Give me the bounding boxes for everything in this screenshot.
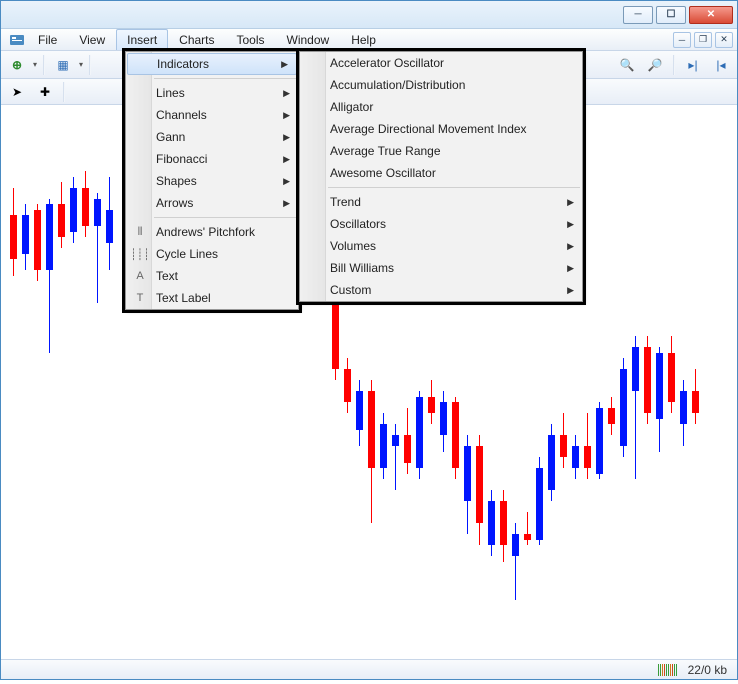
close-button[interactable]: ✕: [689, 6, 733, 24]
menu-separator: [154, 78, 296, 79]
text-icon: A: [132, 268, 148, 284]
menu-item-label: Text Label: [156, 291, 211, 305]
connection-status: 22/0 kb: [688, 663, 727, 677]
menu-item-label: Indicators: [157, 57, 209, 71]
menu-separator: [328, 187, 580, 188]
menu-item-label: Gann: [156, 130, 185, 144]
menu-item-label: Awesome Oscillator: [330, 166, 436, 180]
submenu-arrow-icon: ▶: [283, 198, 290, 209]
insert-item-gann[interactable]: Gann ▶: [126, 126, 298, 148]
submenu-arrow-icon: ▶: [567, 219, 574, 230]
indicators-item-average-true-range[interactable]: Average True Range: [300, 140, 582, 162]
menu-item-label: Alligator: [330, 100, 373, 114]
insert-item-text[interactable]: A Text: [126, 265, 298, 287]
menu-item-label: Trend: [330, 195, 361, 209]
submenu-arrow-icon: ▶: [283, 132, 290, 143]
minimize-button[interactable]: ─: [623, 6, 653, 24]
insert-item-arrows[interactable]: Arrows ▶: [126, 192, 298, 214]
titlebar: ─ ☐ ✕: [1, 1, 737, 29]
menu-item-label: Custom: [330, 283, 371, 297]
menu-item-label: Bill Williams: [330, 261, 394, 275]
menu-item-label: Shapes: [156, 174, 197, 188]
toolbar-separator: [63, 82, 65, 102]
menu-item-label: Andrews' Pitchfork: [156, 225, 255, 239]
toolbar-separator: [43, 55, 45, 75]
indicators-item-custom[interactable]: Custom ▶: [300, 279, 582, 301]
chart-shift-button[interactable]: |◂: [709, 54, 733, 76]
insert-dropdown: Indicators▶Lines▶Channels▶Gann▶Fibonacci…: [125, 51, 299, 310]
indicators-item-awesome-oscillator[interactable]: Awesome Oscillator: [300, 162, 582, 184]
submenu-arrow-icon: ▶: [567, 263, 574, 274]
cycle-icon: ┊┊┊: [132, 246, 148, 262]
menu-view[interactable]: View: [68, 29, 116, 50]
mdi-close-button[interactable]: ✕: [715, 32, 733, 48]
menu-item-label: Lines: [156, 86, 185, 100]
menu-insert[interactable]: Insert: [116, 29, 168, 50]
app-icon: [7, 29, 27, 50]
crosshair-button[interactable]: ✚: [33, 81, 57, 103]
menu-tools[interactable]: Tools: [226, 29, 276, 50]
indicators-item-average-directional-movement-index[interactable]: Average Directional Movement Index: [300, 118, 582, 140]
insert-item-andrews-pitchfork[interactable]: ⫴ Andrews' Pitchfork: [126, 221, 298, 243]
insert-item-cycle-lines[interactable]: ┊┊┊ Cycle Lines: [126, 243, 298, 265]
submenu-arrow-icon: ▶: [283, 154, 290, 165]
insert-item-lines[interactable]: Lines ▶: [126, 82, 298, 104]
menubar: File View Insert Charts Tools Window Hel…: [1, 29, 737, 51]
menu-help[interactable]: Help: [340, 29, 387, 50]
indicators-item-volumes[interactable]: Volumes ▶: [300, 235, 582, 257]
submenu-arrow-icon: ▶: [567, 197, 574, 208]
statusbar: 22/0 kb: [1, 659, 737, 679]
indicators-item-alligator[interactable]: Alligator: [300, 96, 582, 118]
submenu-arrow-icon: ▶: [283, 176, 290, 187]
menu-item-label: Accelerator Oscillator: [330, 56, 444, 70]
submenu-arrow-icon: ▶: [567, 241, 574, 252]
indicators-item-oscillators[interactable]: Oscillators ▶: [300, 213, 582, 235]
cursor-button[interactable]: ➤: [5, 81, 29, 103]
toolbar-separator: [89, 55, 91, 75]
zoom-in-button[interactable]: 🔍: [615, 54, 639, 76]
menu-item-label: Arrows: [156, 196, 193, 210]
mdi-restore-button[interactable]: ❐: [694, 32, 712, 48]
menu-item-label: Text: [156, 269, 178, 283]
insert-item-channels[interactable]: Channels ▶: [126, 104, 298, 126]
menu-item-label: Channels: [156, 108, 207, 122]
menu-item-label: Oscillators: [330, 217, 386, 231]
maximize-button[interactable]: ☐: [656, 6, 686, 24]
submenu-arrow-icon: ▶: [281, 59, 288, 70]
menu-charts[interactable]: Charts: [168, 29, 225, 50]
menu-item-label: Cycle Lines: [156, 247, 218, 261]
mdi-minimize-button[interactable]: ─: [673, 32, 691, 48]
menu-item-label: Volumes: [330, 239, 376, 253]
indicators-item-bill-williams[interactable]: Bill Williams ▶: [300, 257, 582, 279]
insert-item-shapes[interactable]: Shapes ▶: [126, 170, 298, 192]
connection-icon: [658, 664, 678, 676]
indicators-item-accelerator-oscillator[interactable]: Accelerator Oscillator: [300, 52, 582, 74]
app-window: ─ ☐ ✕ File View Insert Charts Tools Wind…: [0, 0, 738, 680]
window-controls: ─ ☐ ✕: [623, 6, 733, 24]
auto-scroll-button[interactable]: ▸|: [681, 54, 705, 76]
submenu-arrow-icon: ▶: [283, 88, 290, 99]
toolbar-separator: [673, 55, 675, 75]
zoom-out-button[interactable]: 🔎: [643, 54, 667, 76]
menu-item-label: Average Directional Movement Index: [330, 122, 527, 136]
new-chart-button[interactable]: ⊕: [5, 54, 29, 76]
submenu-arrow-icon: ▶: [283, 110, 290, 121]
insert-item-indicators[interactable]: Indicators ▶: [127, 53, 297, 75]
label-icon: T: [132, 290, 148, 306]
menu-item-label: Fibonacci: [156, 152, 207, 166]
insert-item-fibonacci[interactable]: Fibonacci ▶: [126, 148, 298, 170]
menu-item-label: Average True Range: [330, 144, 441, 158]
menu-file[interactable]: File: [27, 29, 68, 50]
profiles-button[interactable]: ▦: [51, 54, 75, 76]
menu-window[interactable]: Window: [276, 29, 341, 50]
menu-separator: [154, 217, 296, 218]
indicators-item-accumulation-distribution[interactable]: Accumulation/Distribution: [300, 74, 582, 96]
submenu-arrow-icon: ▶: [567, 285, 574, 296]
indicators-item-trend[interactable]: Trend ▶: [300, 191, 582, 213]
indicators-dropdown: Accelerator Oscillator Accumulation/Distr…: [299, 51, 583, 302]
insert-item-text-label[interactable]: T Text Label: [126, 287, 298, 309]
mdi-controls: ─ ❐ ✕: [673, 29, 737, 50]
pitchfork-icon: ⫴: [132, 224, 148, 240]
menu-item-label: Accumulation/Distribution: [330, 78, 465, 92]
